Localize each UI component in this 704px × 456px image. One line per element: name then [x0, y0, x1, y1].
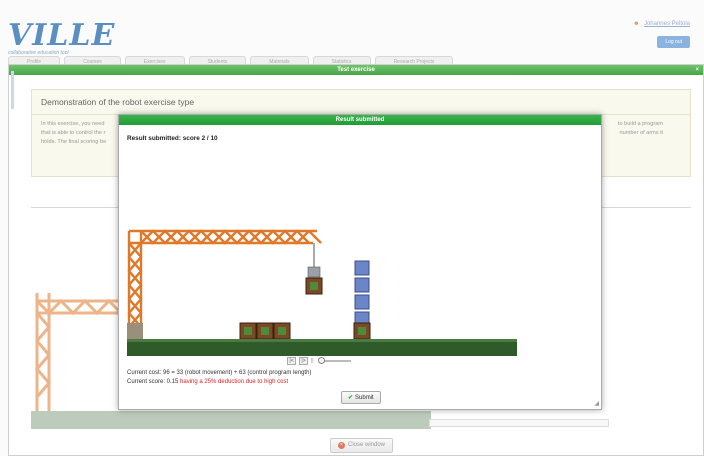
checkmark-icon: ✔	[348, 395, 354, 401]
close-icon[interactable]: ×	[695, 65, 699, 75]
background-ground	[31, 411, 431, 429]
crane-hook	[307, 266, 321, 278]
carried-box-label	[310, 282, 318, 290]
user-icon: ☻	[633, 21, 640, 27]
result-submitted-dialog: Result submitted Result submitted: score…	[118, 114, 602, 410]
current-cost: Current cost: 96 = 33 (robot movement) +…	[127, 370, 312, 376]
score-deduction-warning: having a 25% deduction due to high cost	[180, 379, 289, 385]
play-button[interactable]: |>	[299, 357, 308, 365]
submit-button[interactable]: ✔ Submit	[341, 391, 381, 404]
panel-text-line-2-end: number of arms it	[619, 130, 663, 136]
close-window-button[interactable]: × Close window	[330, 438, 394, 453]
panel-text-line-1-end: to build a program	[617, 121, 663, 127]
robot-scene	[127, 147, 517, 359]
crane-base	[127, 323, 143, 339]
ville-logo[interactable]: VILLE collaborative education tool	[8, 18, 115, 56]
crane	[127, 229, 322, 333]
panel-text-line-1: In this exercise, you need	[41, 121, 105, 127]
user-box: ☻ Johannes Peltola Log out	[633, 12, 690, 48]
slider-knob[interactable]	[317, 357, 325, 364]
result-heading: Result submitted: score 2 / 10	[127, 135, 218, 142]
score-value: Current score: 0.15	[127, 379, 181, 385]
current-score: Current score: 0.15 having a 25% deducti…	[127, 379, 288, 385]
outer-dialog-titlebar[interactable]: Test exercise ×	[9, 65, 703, 75]
horizontal-scrollbar[interactable]	[429, 419, 609, 427]
user-name-link[interactable]: Johannes Peltola	[644, 21, 690, 27]
side-handle	[11, 71, 14, 109]
close-window-label: Close window	[348, 442, 386, 448]
panel-title: Demonstration of the robot exercise type	[32, 90, 690, 115]
panel-text-line-2: that is able to control the r	[41, 130, 106, 136]
close-icon: ×	[338, 442, 345, 449]
blue-block-stack	[353, 260, 371, 340]
resize-grip-icon[interactable]: ◢	[594, 400, 599, 407]
logout-button[interactable]: Log out	[657, 36, 690, 48]
rewind-button[interactable]: |<	[287, 357, 296, 365]
playback-slider[interactable]	[317, 357, 351, 364]
outer-dialog-title: Test exercise	[337, 67, 375, 73]
panel-text-line-3: holds. The final scoring be	[41, 139, 107, 145]
result-dialog-titlebar[interactable]: Result submitted	[119, 115, 601, 125]
stacked-boxes	[239, 322, 291, 340]
submit-label: Submit	[355, 395, 374, 401]
logo-text: VILLE	[8, 18, 116, 53]
controls-separator: ||	[311, 358, 314, 364]
playback-controls: |< |> ||	[287, 357, 351, 365]
